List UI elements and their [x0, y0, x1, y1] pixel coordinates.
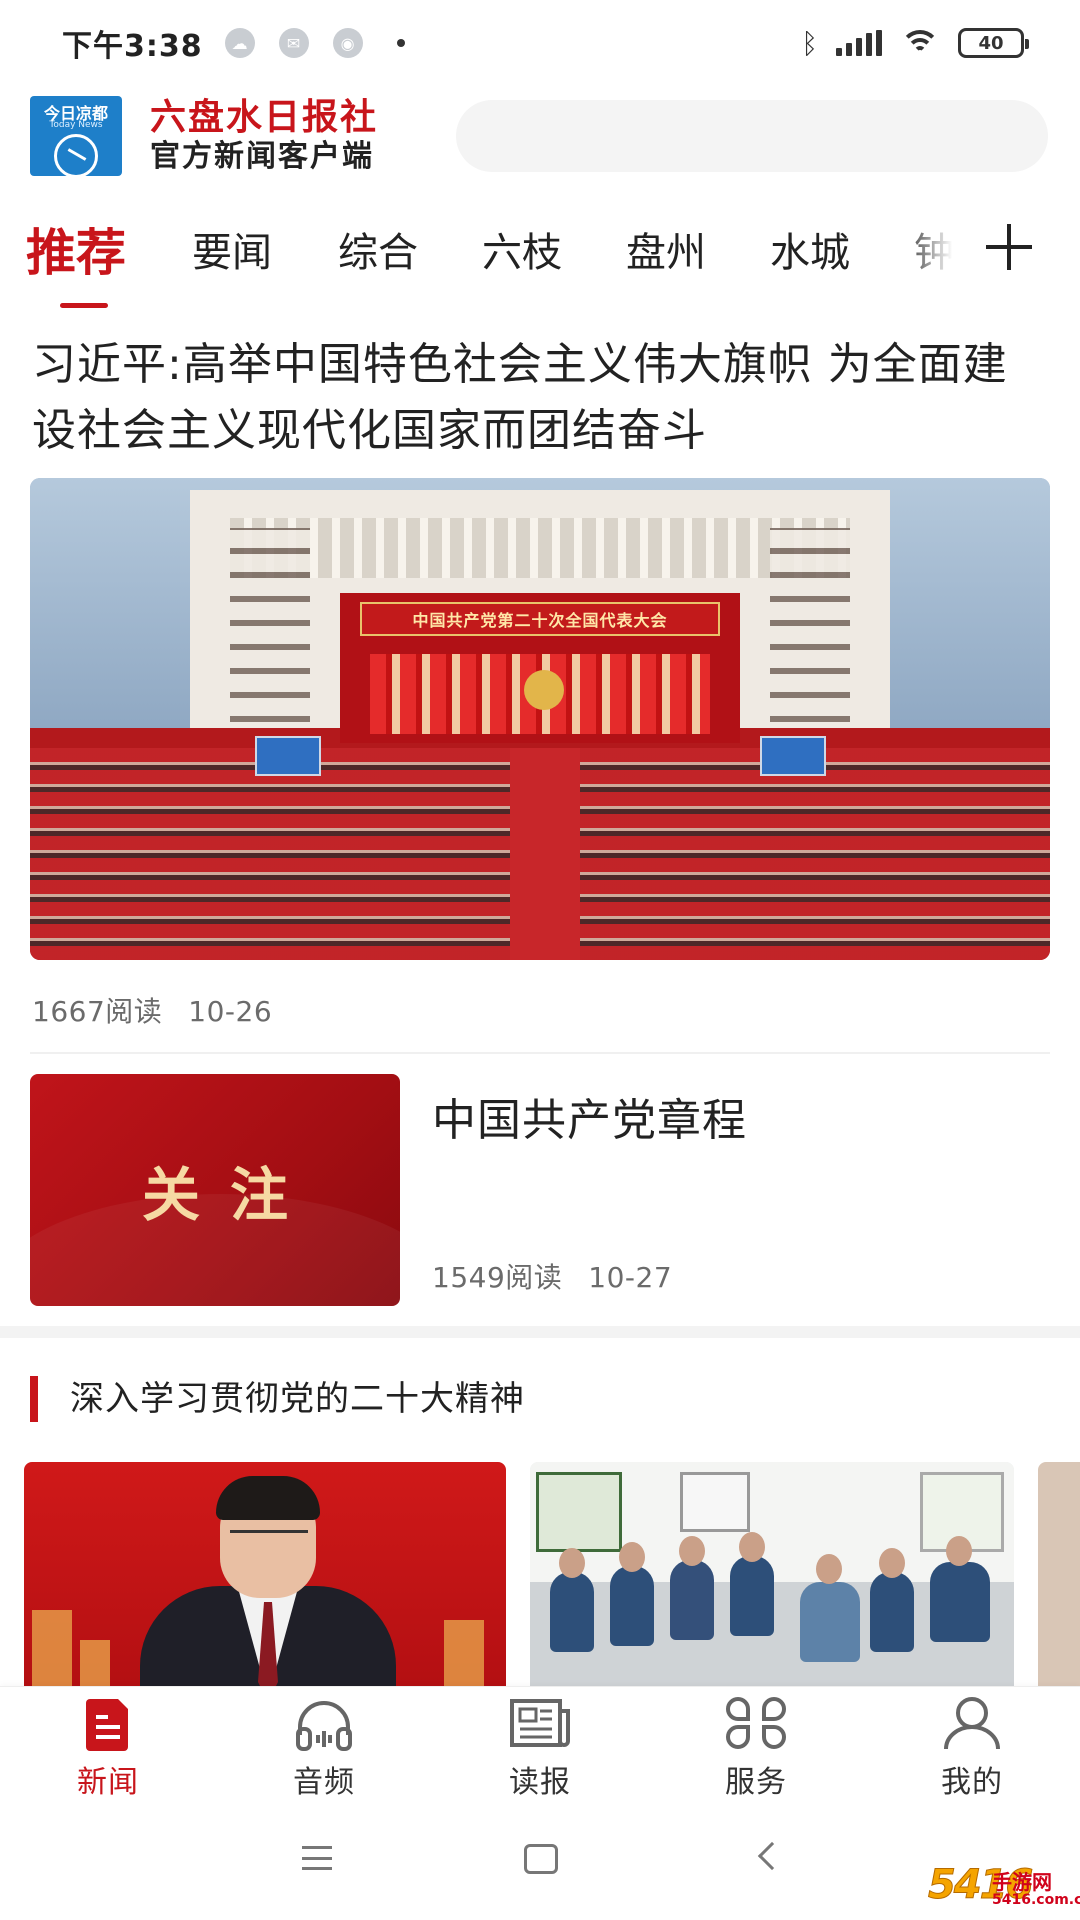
tab-general[interactable]: 综合: [338, 210, 418, 296]
top-story-meta: 1667阅读 10-26: [32, 990, 272, 1030]
active-tab-indicator: [60, 303, 108, 308]
top-story-date: 10-26: [188, 995, 273, 1028]
tab-headlines[interactable]: 要闻: [192, 210, 272, 296]
wifi-icon: [900, 28, 940, 58]
bluetooth-icon: ᛒ: [801, 26, 818, 60]
search-bar[interactable]: [456, 100, 1048, 172]
signal-icon: [836, 30, 882, 56]
logo-subtext: Today News: [49, 120, 103, 130]
status-indicators: ᛒ 40: [801, 26, 1029, 60]
system-nav-bar: [0, 1800, 1080, 1920]
nav-profile[interactable]: 我的: [892, 1687, 1052, 1801]
nav-services[interactable]: 服务: [676, 1687, 836, 1801]
notification-icons: ☁ ✉ ◉: [224, 28, 405, 58]
nav-epaper-label: 读报: [509, 1765, 571, 1800]
party-emblem-icon: [524, 670, 564, 710]
add-channel-icon[interactable]: [986, 224, 1032, 270]
tab-shuicheng[interactable]: 水城: [770, 210, 850, 296]
brand-name: 六盘水日报社: [150, 96, 379, 138]
story2-date: 10-27: [588, 1261, 673, 1294]
top-story-title[interactable]: 习近平:高举中国特色社会主义伟大旗帜 为全面建设社会主义现代化国家而团结奋斗: [32, 332, 1052, 464]
nav-news-label: 新闻: [77, 1765, 139, 1800]
carousel-card-study-session[interactable]: [530, 1462, 1014, 1690]
app-header: 今日凉都 Today News 六盘水日报社 官方新闻客户端: [0, 86, 1080, 186]
tab-liuzhi[interactable]: 六枝: [482, 210, 562, 296]
story2-title[interactable]: 中国共产党章程: [432, 1084, 747, 1148]
battery-icon: 40: [958, 28, 1029, 58]
watermark-domain: 5416.com.cn: [992, 1892, 1080, 1908]
carousel-card-speaker[interactable]: [24, 1462, 506, 1690]
nav-epaper[interactable]: 读报: [460, 1687, 620, 1801]
user-icon: [944, 1697, 1000, 1750]
logo-emblem-icon: [54, 134, 98, 176]
brand: 六盘水日报社 官方新闻客户端: [150, 96, 378, 176]
story2-reads: 1549阅读: [432, 1261, 563, 1294]
brand-subtitle: 官方新闻客户端: [150, 139, 374, 174]
top-story-image[interactable]: 中国共产党第二十次全国代表大会: [30, 478, 1050, 960]
watermark-text: 手游网: [992, 1870, 1052, 1894]
app-logo[interactable]: 今日凉都 Today News: [30, 96, 122, 176]
section-marker: [30, 1376, 38, 1422]
back-icon: [757, 1841, 787, 1871]
story2-meta: 1549阅读 10-27: [432, 1256, 672, 1296]
home-button[interactable]: [510, 1830, 570, 1890]
back-button[interactable]: [742, 1830, 802, 1890]
newspaper-icon: [510, 1699, 570, 1747]
nav-news[interactable]: 新闻: [28, 1687, 188, 1801]
nav-audio-label: 音频: [293, 1765, 355, 1800]
nav-profile-label: 我的: [941, 1765, 1003, 1800]
mail-notification-icon: ✉: [278, 28, 309, 58]
bottom-nav: 新闻 音频 读报 服务 我的: [0, 1686, 1080, 1800]
status-time: 下午3:38: [62, 29, 203, 64]
cloud-notification-icon: ☁: [224, 28, 255, 58]
site-watermark: 5416 手游网 5416.com.cn: [927, 1862, 1080, 1918]
headphones-icon: [296, 1701, 352, 1751]
tab-recommend[interactable]: 推荐: [26, 210, 126, 296]
divider: [30, 1052, 1050, 1054]
story2-thumb-text: 关注: [141, 1161, 318, 1229]
top-story-reads: 1667阅读: [32, 995, 163, 1028]
grid-icon: [726, 1696, 786, 1750]
nav-audio[interactable]: 音频: [244, 1687, 404, 1801]
hero-banner-text: 中国共产党第二十次全国代表大会: [360, 602, 720, 636]
section-title[interactable]: 深入学习贯彻党的二十大精神: [70, 1374, 525, 1424]
menu-icon: [302, 1846, 332, 1870]
app-notification-icon: ◉: [332, 28, 363, 58]
home-icon: [524, 1844, 558, 1874]
section-gap: [0, 1326, 1080, 1338]
carousel-card-next[interactable]: [1038, 1462, 1080, 1690]
more-notifications-icon: [396, 39, 405, 47]
nav-services-label: 服务: [725, 1765, 787, 1800]
tab-fade: [900, 222, 970, 282]
recent-apps-button[interactable]: [286, 1830, 346, 1890]
status-bar: 下午3:38 ☁ ✉ ◉ ᛒ 40: [0, 0, 1080, 86]
tab-panzhou[interactable]: 盘州: [626, 210, 706, 296]
news-icon: [86, 1699, 128, 1751]
story2-thumbnail[interactable]: 关注: [30, 1074, 400, 1306]
